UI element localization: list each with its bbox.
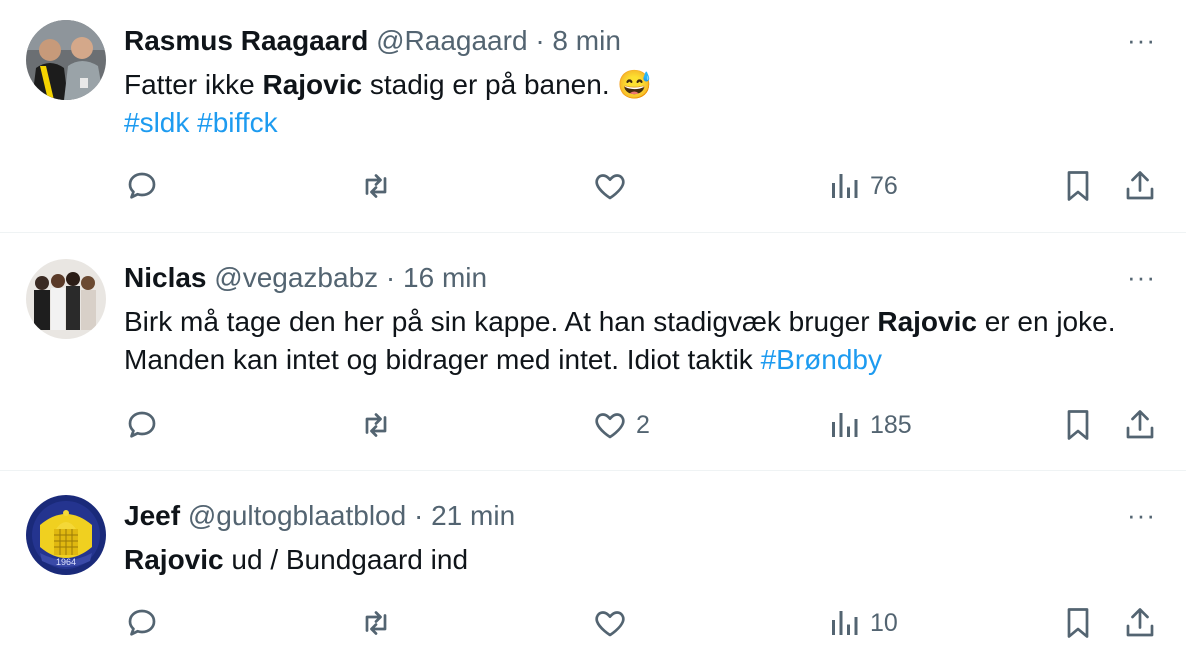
hashtag-link[interactable]: #biffck bbox=[197, 107, 277, 138]
action-bar: 10 bbox=[0, 605, 1186, 645]
view-count: 10 bbox=[870, 608, 898, 637]
tweet-header: Rasmus Raagaard @Raagaard · 8 min bbox=[124, 24, 621, 58]
like-count: 2 bbox=[636, 410, 650, 439]
views-button[interactable]: 76 bbox=[826, 168, 898, 204]
bookmark-button[interactable] bbox=[1060, 407, 1096, 443]
reply-icon bbox=[128, 411, 156, 438]
tweet-1[interactable]: Rasmus Raagaard @Raagaard · 8 min ··· Fa… bbox=[0, 0, 1186, 232]
like-button[interactable]: 2 bbox=[592, 407, 650, 443]
repost-icon bbox=[365, 611, 387, 635]
action-bar: 2 185 bbox=[0, 407, 1186, 447]
hashtag-link[interactable]: #Brøndby bbox=[761, 344, 882, 375]
more-options-icon[interactable]: ··· bbox=[1127, 502, 1156, 528]
avatar[interactable]: 1964 bbox=[26, 495, 106, 575]
separator: · bbox=[535, 25, 545, 56]
text-segment: stadig er på banen. bbox=[362, 69, 618, 100]
author-name[interactable]: Niclas bbox=[124, 262, 207, 293]
reply-button[interactable] bbox=[124, 407, 160, 443]
tweet-2[interactable]: Niclas @vegazbabz · 16 min ··· Birk må t… bbox=[0, 233, 1186, 470]
author-handle[interactable]: @Raagaard bbox=[376, 25, 527, 56]
share-button[interactable] bbox=[1122, 168, 1158, 204]
more-options-icon[interactable]: ··· bbox=[1127, 264, 1156, 290]
author-name[interactable]: Jeef bbox=[124, 500, 180, 531]
like-button[interactable] bbox=[592, 605, 636, 641]
bookmark-button[interactable] bbox=[1060, 605, 1096, 641]
reply-icon bbox=[128, 172, 156, 199]
like-button[interactable] bbox=[592, 168, 636, 204]
bookmark-icon bbox=[1067, 608, 1089, 638]
avatar-photo-icon bbox=[26, 20, 106, 100]
timestamp[interactable]: 21 min bbox=[431, 500, 515, 531]
author-handle[interactable]: @vegazbabz bbox=[214, 262, 378, 293]
sweat-smile-emoji-icon: 😅 bbox=[617, 69, 653, 100]
share-icon bbox=[1126, 410, 1154, 439]
text-bold: Rajovic bbox=[124, 544, 224, 575]
tweet-text: Fatter ikke Rajovic stadig er på banen. … bbox=[124, 66, 1144, 142]
avatar[interactable] bbox=[26, 20, 106, 100]
repost-button[interactable] bbox=[358, 407, 394, 443]
tweet-header: Jeef @gultogblaatblod · 21 min bbox=[124, 499, 515, 533]
timestamp[interactable]: 8 min bbox=[552, 25, 620, 56]
views-button[interactable]: 10 bbox=[826, 605, 898, 641]
text-segment: ud / Bundgaard ind bbox=[223, 544, 469, 575]
view-count: 185 bbox=[870, 410, 912, 439]
share-icon bbox=[1126, 608, 1154, 637]
hashtag-link[interactable]: #sldk bbox=[124, 107, 189, 138]
views-chart-icon bbox=[832, 174, 858, 198]
tweet-text: Rajovic ud / Bundgaard ind bbox=[124, 541, 1144, 579]
separator: · bbox=[385, 262, 396, 293]
repost-button[interactable] bbox=[358, 168, 394, 204]
view-count: 76 bbox=[870, 171, 898, 200]
views-button[interactable]: 185 bbox=[826, 407, 912, 443]
text-segment: Fatter ikke bbox=[124, 69, 263, 100]
heart-icon bbox=[595, 413, 625, 439]
reply-icon bbox=[128, 609, 156, 636]
heart-icon bbox=[595, 611, 625, 637]
reply-button[interactable] bbox=[124, 605, 160, 641]
text-segment: Birk må tage den her på sin kappe. At ha… bbox=[124, 306, 878, 337]
author-handle[interactable]: @gultogblaatblod bbox=[188, 500, 406, 531]
avatar-photo-icon bbox=[26, 259, 106, 339]
bookmark-icon bbox=[1067, 410, 1089, 440]
timestamp[interactable]: 16 min bbox=[403, 262, 487, 293]
share-icon bbox=[1126, 171, 1154, 200]
bookmark-icon bbox=[1067, 171, 1089, 201]
tweet-header: Niclas @vegazbabz · 16 min bbox=[124, 261, 487, 295]
repost-icon bbox=[365, 413, 387, 437]
views-chart-icon bbox=[832, 413, 858, 437]
share-button[interactable] bbox=[1122, 605, 1158, 641]
tweet-text: Birk må tage den her på sin kappe. At ha… bbox=[124, 303, 1144, 379]
crest-year: 1964 bbox=[56, 557, 76, 567]
views-chart-icon bbox=[832, 611, 858, 635]
reply-button[interactable] bbox=[124, 168, 160, 204]
share-button[interactable] bbox=[1122, 407, 1158, 443]
text-bold: Rajovic bbox=[877, 306, 977, 337]
bookmark-button[interactable] bbox=[1060, 168, 1096, 204]
author-name[interactable]: Rasmus Raagaard bbox=[124, 25, 368, 56]
tweet-3[interactable]: 1964 Jeef @gultogblaatblod · 21 min ··· … bbox=[0, 471, 1186, 662]
repost-button[interactable] bbox=[358, 605, 394, 641]
heart-icon bbox=[595, 174, 625, 200]
action-bar: 76 bbox=[0, 168, 1186, 208]
text-bold: Rajovic bbox=[262, 69, 363, 100]
avatar[interactable] bbox=[26, 259, 106, 339]
club-crest-icon: 1964 bbox=[26, 495, 106, 575]
more-options-icon[interactable]: ··· bbox=[1127, 27, 1156, 53]
separator: · bbox=[413, 500, 424, 531]
repost-icon bbox=[365, 174, 387, 198]
